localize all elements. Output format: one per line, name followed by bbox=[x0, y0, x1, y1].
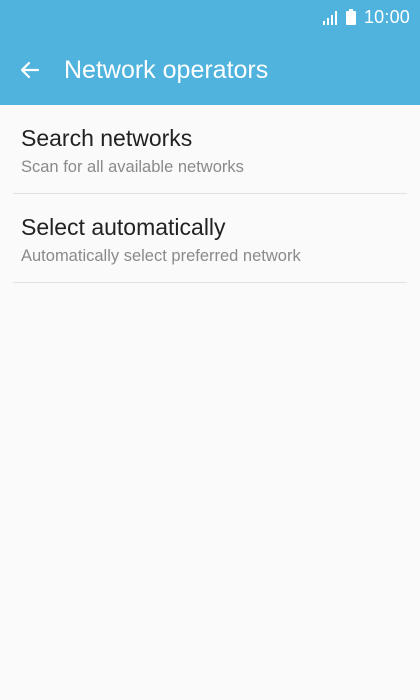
network-operators-list: Search networks Scan for all available n… bbox=[0, 105, 420, 283]
back-button[interactable] bbox=[12, 52, 48, 88]
status-time: 10:00 bbox=[363, 7, 410, 27]
select-automatically-subtitle: Automatically select preferred network bbox=[21, 247, 301, 265]
page-title: Network operators bbox=[64, 56, 269, 84]
arrow-left-icon bbox=[20, 61, 40, 79]
list-divider bbox=[13, 282, 407, 283]
search-networks-subtitle: Scan for all available networks bbox=[21, 158, 244, 176]
status-bar: 10:00 bbox=[0, 0, 420, 34]
battery-icon bbox=[345, 9, 356, 25]
select-automatically-item[interactable]: Select automatically Automatically selec… bbox=[0, 194, 420, 283]
status-icons: 10:00 bbox=[322, 7, 410, 27]
app-bar: Network operators bbox=[0, 34, 420, 105]
signal-icon bbox=[322, 11, 337, 25]
search-networks-item[interactable]: Search networks Scan for all available n… bbox=[0, 105, 420, 194]
search-networks-title: Search networks bbox=[21, 125, 193, 151]
select-automatically-title: Select automatically bbox=[21, 214, 226, 240]
